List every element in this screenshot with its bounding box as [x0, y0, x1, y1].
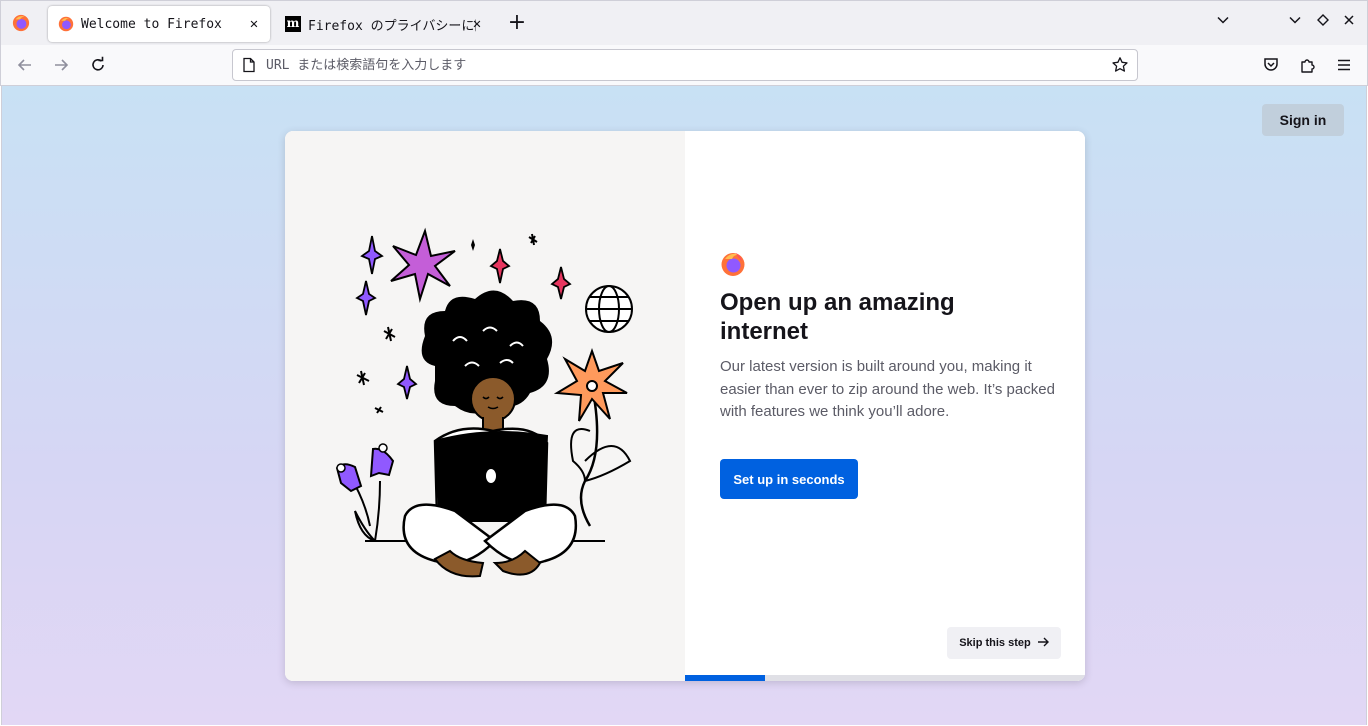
navigation-toolbar [0, 45, 1368, 86]
tab-welcome[interactable]: Welcome to Firefox ✕ [48, 6, 270, 42]
arrow-right-icon [1037, 637, 1049, 647]
arrow-left-icon [17, 59, 31, 71]
page-content: Sign in Open up an amazing internet Our … [1, 86, 1367, 725]
tab-privacy-notice[interactable]: m Firefox のプライバシーに関する通知 ✕ [275, 6, 493, 42]
sparkle-star [550, 266, 572, 300]
puzzle-icon [1301, 59, 1315, 73]
new-tab-button[interactable]: + [505, 12, 529, 36]
tab-strip: Welcome to Firefox ✕ m Firefox のプライバシーに関… [0, 0, 1368, 45]
extensions-button[interactable] [1296, 53, 1320, 77]
firefox-view-button[interactable] [9, 11, 33, 35]
bookmark-star-icon[interactable] [1111, 56, 1129, 74]
content-panel: Open up an amazing internet Our latest v… [685, 131, 1085, 681]
reload-icon [92, 56, 104, 71]
arrow-right-icon [55, 59, 69, 71]
step-progress-fill [685, 675, 765, 681]
sparkle-star [360, 235, 384, 275]
skip-step-label: Skip this step [959, 637, 1031, 649]
app-menu-button[interactable] [1332, 53, 1356, 77]
sparkle-star [390, 227, 456, 303]
chevron-down-icon [1289, 16, 1301, 24]
reload-button[interactable] [86, 53, 110, 77]
diamond-icon [1317, 14, 1329, 26]
close-tab-icon[interactable]: ✕ [469, 16, 485, 32]
close-tab-icon[interactable]: ✕ [246, 16, 262, 32]
chevron-down-icon [1217, 16, 1229, 24]
sparkle-star [355, 280, 377, 316]
person-with-laptop-illustration [335, 227, 633, 578]
list-all-tabs-button[interactable] [1213, 13, 1233, 33]
tab-title: Welcome to Firefox [81, 16, 222, 32]
close-window-button[interactable] [1339, 13, 1359, 33]
person-drawing [402, 290, 578, 578]
page-icon [243, 57, 255, 73]
sparkle-star [489, 248, 511, 284]
step-progress-bar [685, 675, 1085, 681]
orange-flower-drawing [553, 347, 632, 527]
firefox-icon [58, 16, 74, 32]
illustration-panel [285, 131, 685, 681]
firefox-logo-icon [721, 253, 745, 276]
pocket-icon [1264, 58, 1278, 71]
page-title: Open up an amazing internet [720, 289, 955, 345]
close-icon [1344, 15, 1354, 25]
description-text: Our latest version is built around you, … [720, 358, 1055, 420]
sign-in-button[interactable]: Sign in [1262, 104, 1344, 136]
purple-flower-drawing [335, 443, 395, 542]
maximize-button[interactable] [1313, 13, 1333, 33]
url-bar[interactable] [232, 49, 1138, 81]
setup-button[interactable]: Set up in seconds [720, 459, 858, 499]
onboarding-card: Open up an amazing internet Our latest v… [285, 131, 1085, 681]
forward-button[interactable] [49, 53, 73, 77]
url-input[interactable] [266, 50, 1106, 80]
pocket-button[interactable] [1259, 53, 1283, 77]
hamburger-menu-icon [1338, 59, 1350, 71]
skip-step-button[interactable]: Skip this step [947, 627, 1061, 659]
firefox-icon [12, 14, 30, 32]
sparkle-star [396, 365, 418, 400]
globe-drawing [585, 285, 633, 333]
mozilla-m-icon: m [285, 16, 301, 32]
minimize-button[interactable] [1285, 13, 1305, 33]
tab-title: Firefox のプライバシーに関する通知 [308, 18, 476, 34]
back-button[interactable] [13, 53, 37, 77]
